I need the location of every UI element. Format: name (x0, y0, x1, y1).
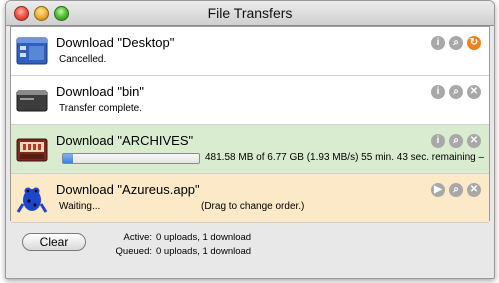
transfer-row-azureus[interactable]: Download "Azureus.app" Waiting... (Drag … (11, 174, 489, 223)
transfer-row-archives[interactable]: Download "ARCHIVES" 481.58 MB of 6.77 GB… (11, 125, 489, 174)
transfer-list: Download "Desktop" Cancelled. i ⌕ ↻ Down… (10, 26, 490, 223)
footer: Clear Active: 0 uploads, 1 download Queue… (10, 223, 488, 273)
transfer-row-desktop[interactable]: Download "Desktop" Cancelled. i ⌕ ↻ (11, 27, 489, 76)
queued-label: Queued: (115, 246, 152, 257)
transfer-counts: Active: 0 uploads, 1 download Queued: 0 up… (108, 231, 252, 259)
transfer-status: Waiting... (59, 201, 101, 212)
transfer-name: Download "bin" (56, 84, 145, 99)
row-actions: ▶ ⌕ ✕ (431, 183, 481, 197)
reveal-magnifier-icon[interactable]: ⌕ (449, 183, 463, 197)
reload-icon[interactable]: ↻ (467, 36, 481, 50)
progress-bar (62, 153, 200, 164)
stop-icon[interactable]: ✕ (467, 134, 481, 148)
queued-value: 0 uploads, 1 download (156, 246, 252, 257)
clear-button[interactable]: Clear (22, 233, 86, 251)
bin-folder-icon (16, 90, 48, 112)
transfer-status: Transfer complete. (59, 103, 142, 114)
row-actions: i ⌕ ✕ (431, 85, 481, 99)
window-title: File Transfers (207, 5, 293, 21)
transfer-row-bin[interactable]: Download "bin" Transfer complete. i ⌕ ✕ (11, 76, 489, 125)
active-value: 0 uploads, 1 download (156, 232, 252, 243)
progress-fill (63, 154, 73, 163)
play-icon[interactable]: ▶ (431, 183, 445, 197)
azureus-frog-icon (16, 187, 48, 213)
reveal-magnifier-icon[interactable]: ⌕ (449, 85, 463, 99)
row-actions: i ⌕ ✕ (431, 134, 481, 148)
desktop-folder-icon (16, 37, 48, 65)
remove-icon[interactable]: ✕ (467, 183, 481, 197)
progress-text: 481.58 MB of 6.77 GB (1.93 MB/s) 55 min.… (205, 152, 485, 163)
remove-icon[interactable]: ✕ (467, 85, 481, 99)
info-icon[interactable]: i (431, 134, 445, 148)
drag-hint: (Drag to change order.) (201, 201, 305, 212)
row-actions: i ⌕ ↻ (431, 36, 481, 50)
info-icon[interactable]: i (431, 85, 445, 99)
transfer-name: Download "Desktop" (56, 35, 175, 50)
transfer-status: Cancelled. (59, 54, 107, 65)
info-icon[interactable]: i (431, 36, 445, 50)
reveal-magnifier-icon[interactable]: ⌕ (449, 36, 463, 50)
file-transfers-window: File Transfers Download "Desktop" Cancel… (5, 0, 495, 279)
reveal-magnifier-icon[interactable]: ⌕ (449, 134, 463, 148)
title-bar: File Transfers (6, 1, 494, 26)
archives-drawer-icon (16, 138, 48, 162)
active-label: Active: (123, 232, 152, 243)
transfer-name: Download "Azureus.app" (56, 182, 200, 197)
transfer-name: Download "ARCHIVES" (56, 133, 194, 148)
